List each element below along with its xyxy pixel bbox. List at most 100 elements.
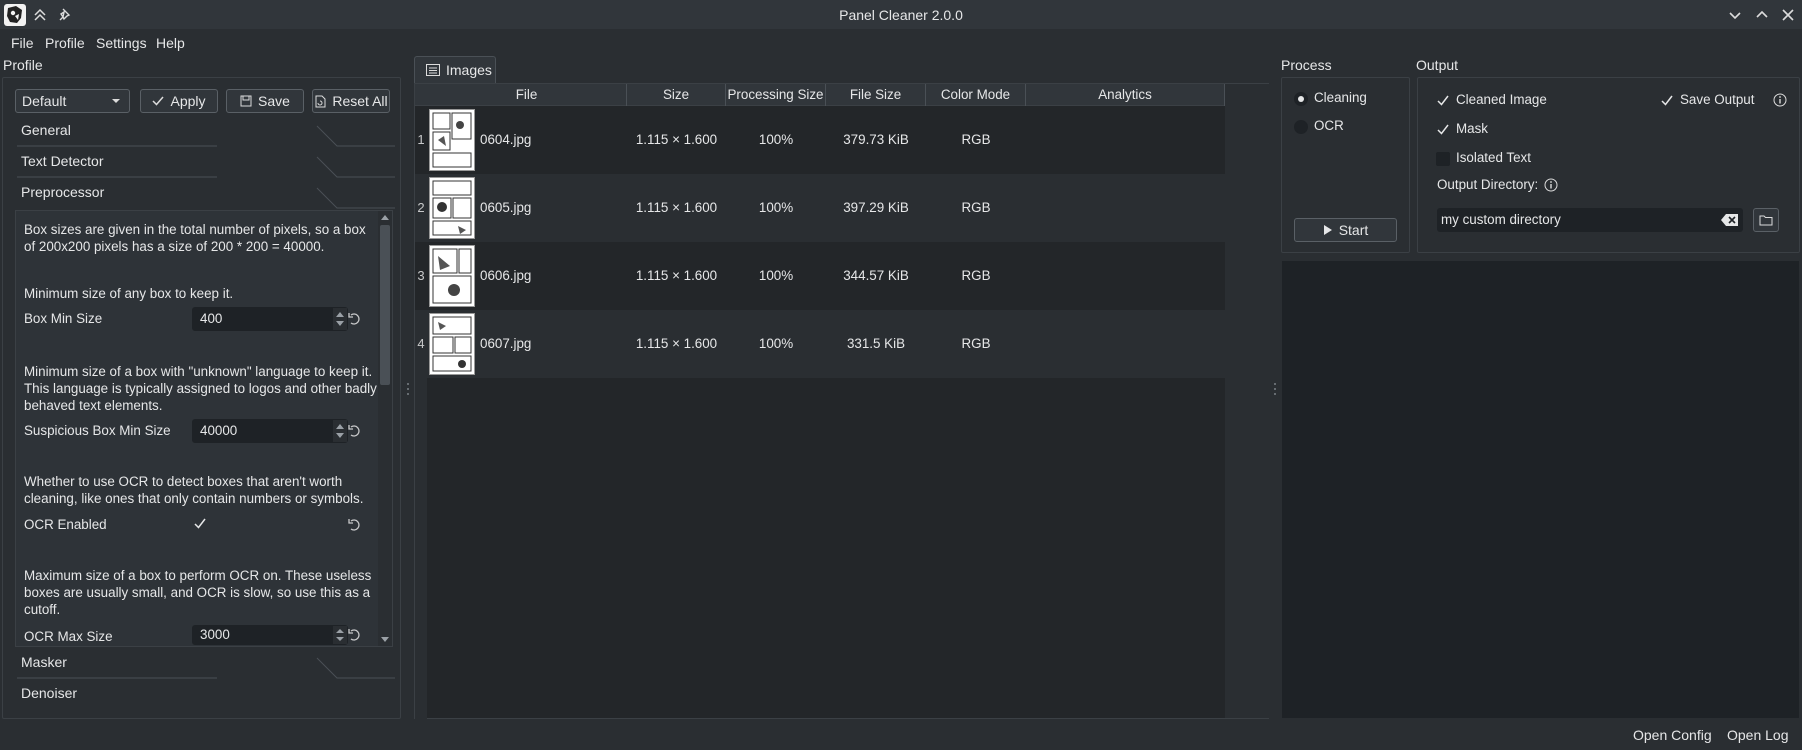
cleaning-label: Cleaning (1314, 90, 1367, 105)
info-icon[interactable] (1773, 93, 1787, 107)
col-size[interactable]: Size (627, 84, 726, 106)
mask-checkbox[interactable] (1436, 123, 1450, 137)
box-min-label: Box Min Size (24, 311, 103, 326)
profile-group-label: Profile (3, 57, 43, 73)
col-processing-size[interactable]: Processing Size (726, 84, 826, 106)
menu-help[interactable]: Help (151, 33, 190, 53)
close-icon[interactable] (1779, 6, 1797, 24)
file-size-cell: 397.29 KiB (843, 200, 909, 215)
browse-folder-button[interactable] (1753, 208, 1779, 232)
start-button[interactable]: Start (1294, 218, 1397, 242)
color-mode-cell: RGB (961, 200, 991, 215)
spin-arrows-icon[interactable] (333, 308, 347, 330)
chevron-down-icon (111, 98, 121, 104)
thumbnail-image (429, 109, 475, 171)
processing-size-cell: 100% (758, 336, 794, 351)
ocr-max-value: 3000 (200, 627, 230, 642)
color-mode-cell: RGB (961, 132, 991, 147)
ocr-radio[interactable] (1294, 120, 1308, 134)
output-directory-input[interactable]: my custom directory (1437, 208, 1743, 232)
suspicious-box-min-size-input[interactable]: 40000 (192, 419, 348, 443)
ocr-enabled-checkbox[interactable] (192, 516, 208, 532)
size-cell: 1.115 × 1.600 (635, 268, 718, 283)
table-header: File Size Processing Size File Size Colo… (415, 84, 1225, 106)
apply-label: Apply (170, 93, 206, 109)
start-label: Start (1338, 222, 1369, 238)
ocr-enabled-label: OCR Enabled (24, 517, 107, 532)
table-empty-gutter (1225, 84, 1269, 718)
processing-size-cell: 100% (758, 132, 794, 147)
clear-text-icon[interactable] (1721, 213, 1739, 227)
menu-bar: File Profile Settings Help (0, 30, 1802, 56)
images-panel: File Size Processing Size File Size Colo… (414, 83, 1269, 720)
minimize-icon[interactable] (1726, 6, 1744, 24)
tab-text-detector[interactable]: Text Detector (17, 147, 395, 178)
tab-images-label: Images (446, 62, 492, 78)
box-min-size-value: 400 (200, 311, 223, 326)
table-row[interactable]: 4 0607.jpg 1.115 × 1.600 100% 331.5 KiB … (415, 310, 1225, 378)
open-log-button[interactable]: Open Log (1727, 727, 1789, 743)
save-button[interactable]: Save (226, 89, 304, 113)
cleaned-image-checkbox[interactable] (1436, 94, 1450, 108)
ocr-max-description: Maximum size of a box to perform OCR on.… (24, 568, 372, 617)
tab-masker[interactable]: Masker (17, 648, 395, 679)
ocr-max-size-input[interactable]: 3000 (192, 625, 348, 645)
tab-denoiser-label: Denoiser (21, 685, 78, 701)
reset-icon[interactable] (346, 516, 364, 534)
folder-icon (1759, 214, 1773, 226)
isolated-text-label: Isolated Text (1456, 150, 1531, 165)
reset-all-label: Reset All (332, 93, 388, 109)
col-file-size[interactable]: File Size (826, 84, 926, 106)
tab-denoiser[interactable]: Denoiser (17, 679, 395, 710)
tab-preprocessor[interactable]: Preprocessor (17, 178, 395, 209)
table-row[interactable]: 3 0606.jpg 1.115 × 1.600 100% 344.57 KiB… (415, 242, 1225, 310)
tab-general[interactable]: General (17, 116, 395, 147)
col-file[interactable]: File (427, 84, 627, 106)
col-color-mode[interactable]: Color Mode (926, 84, 1026, 106)
output-group-label: Output (1416, 57, 1459, 73)
profile-panel: Default Apply Save Reset All General Tex… (2, 77, 401, 719)
splitter-handle-left[interactable] (406, 382, 410, 396)
open-config-button[interactable]: Open Config (1633, 727, 1712, 743)
maximize-icon[interactable] (1753, 6, 1771, 24)
thumbnail-image (429, 245, 475, 307)
col-analytics[interactable]: Analytics (1026, 84, 1225, 106)
profile-select[interactable]: Default (15, 89, 130, 113)
suspicious-description: Minimum size of a box with "unknown" lan… (24, 364, 377, 413)
reset-icon[interactable] (346, 422, 364, 440)
size-cell: 1.115 × 1.600 (635, 132, 718, 147)
cleaning-radio[interactable] (1294, 92, 1308, 106)
apply-button[interactable]: Apply (140, 89, 218, 113)
process-panel: Cleaning OCR Start (1281, 77, 1410, 253)
image-list-icon (426, 64, 440, 76)
spin-arrows-icon[interactable] (333, 626, 347, 644)
file-size-cell: 331.5 KiB (846, 336, 906, 351)
info-icon[interactable] (1544, 178, 1558, 192)
splitter-handle-right[interactable] (1273, 382, 1277, 396)
reset-icon[interactable] (346, 310, 364, 328)
file-cell: 0604.jpg (480, 132, 532, 147)
table-row[interactable]: 1 0604.jpg 1.115 × 1.600 100% 379.73 KiB… (415, 106, 1225, 174)
menu-settings[interactable]: Settings (91, 33, 152, 53)
row-number: 1 (417, 132, 425, 147)
cleaned-image-label: Cleaned Image (1456, 92, 1547, 107)
reset-icon[interactable] (346, 626, 364, 644)
preproc-intro-text: Box sizes are given in the total number … (24, 222, 366, 254)
row-number: 4 (417, 336, 425, 351)
preprocessor-scrollbar[interactable] (378, 211, 392, 646)
menu-file[interactable]: File (6, 33, 39, 53)
profile-select-value: Default (22, 93, 67, 109)
box-min-size-input[interactable]: 400 (192, 307, 348, 331)
spin-arrows-icon[interactable] (333, 420, 347, 442)
isolated-text-checkbox[interactable] (1436, 152, 1450, 166)
file-size-cell: 379.73 KiB (843, 132, 909, 147)
log-output-area[interactable] (1281, 260, 1800, 719)
title-bar: Panel Cleaner 2.0.0 (0, 0, 1802, 30)
check-icon (152, 96, 165, 106)
menu-profile[interactable]: Profile (40, 33, 90, 53)
tab-images[interactable]: Images (414, 56, 496, 84)
save-output-checkbox[interactable] (1660, 94, 1674, 108)
table-row[interactable]: 2 0605.jpg 1.115 × 1.600 100% 397.29 KiB… (415, 174, 1225, 242)
reset-all-button[interactable]: Reset All (312, 89, 390, 113)
size-cell: 1.115 × 1.600 (635, 200, 718, 215)
